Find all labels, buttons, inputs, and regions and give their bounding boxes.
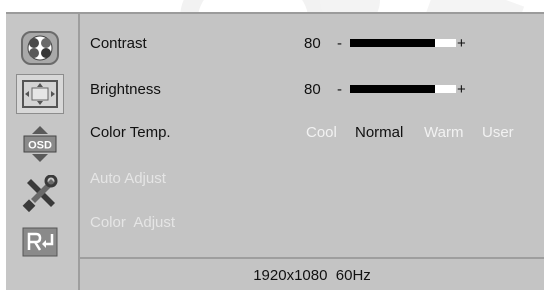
sidebar-item-osd-setup[interactable]: OSD [16,124,64,164]
sidebar-item-image-setup[interactable] [16,74,64,114]
color-temp-label: Color Temp. [90,123,171,141]
osd-menu: OSD Contrast 80 - + Brightness 80 - + Co… [6,12,544,290]
color-temp-option-normal[interactable]: Normal [355,124,403,141]
sidebar-item-tools[interactable] [16,174,64,214]
brightness-label: Brightness [90,80,161,98]
osd-icon-text: OSD [28,140,52,152]
brightness-slider[interactable] [350,85,456,93]
osd-sidebar: OSD [6,14,80,290]
contrast-label: Contrast [90,34,147,52]
tools-icon [22,175,58,213]
contrast-minus[interactable]: - [337,35,342,52]
contrast-slider-fill [350,39,435,47]
menu-row-color-temp[interactable]: Color Temp. Cool Normal Warm User [90,117,530,147]
menu-row-contrast[interactable]: Contrast 80 - + [90,28,530,58]
brightness-plus[interactable]: + [457,81,466,98]
color-adjust-label: Color Adjust [90,213,176,231]
color-temp-option-cool[interactable]: Cool [306,124,337,141]
contrast-plus[interactable]: + [457,35,466,52]
contrast-value: 80 [304,34,321,52]
return-icon [22,227,58,257]
sidebar-item-exit[interactable] [16,222,64,262]
brightness-value: 80 [304,80,321,98]
brightness-slider-fill [350,85,435,93]
resolution-text: 1920x1080 60Hz [253,267,371,284]
color-wheel-icon [21,31,59,65]
image-position-icon [22,80,58,108]
osd-settings-icon: OSD [23,126,57,162]
color-temp-option-user[interactable]: User [482,124,514,141]
auto-adjust-label: Auto Adjust [90,169,166,187]
menu-row-color-adjust: Color Adjust [90,207,530,237]
resolution-status: 1920x1080 60Hz [80,257,544,292]
color-temp-option-warm[interactable]: Warm [424,124,463,141]
contrast-slider[interactable] [350,39,456,47]
sidebar-item-picture[interactable] [16,28,64,68]
brightness-minus[interactable]: - [337,81,342,98]
menu-row-auto-adjust: Auto Adjust [90,163,530,193]
menu-row-brightness[interactable]: Brightness 80 - + [90,74,530,104]
